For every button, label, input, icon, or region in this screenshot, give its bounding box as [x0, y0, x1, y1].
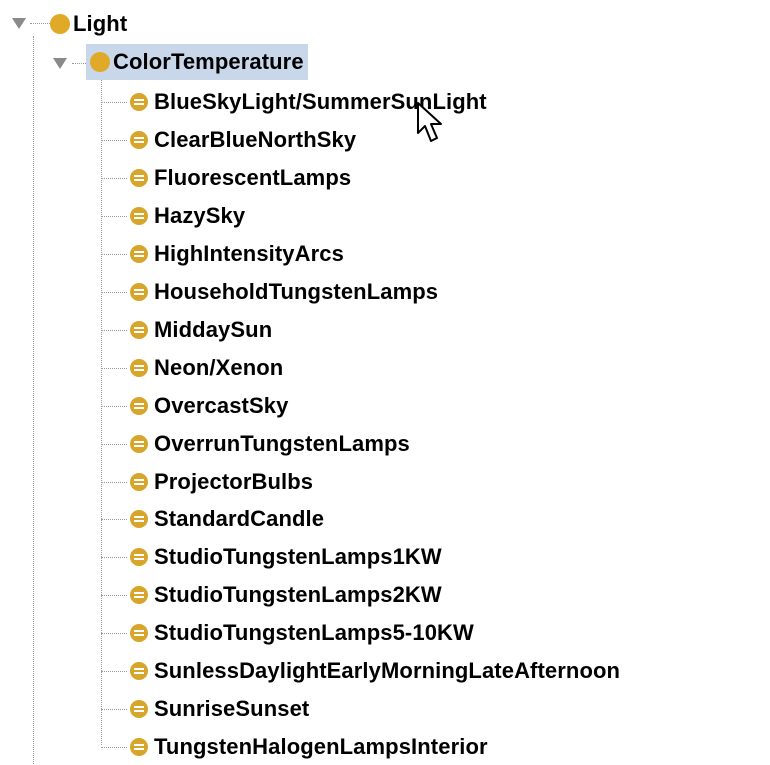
individual-icon	[130, 435, 148, 453]
tree-node-label: StandardCandle	[154, 506, 325, 531]
tree-node-individual[interactable]: HighIntensityArcs	[130, 236, 344, 272]
tree-node-label: BlueSkyLight/SummerSunLight	[154, 89, 487, 114]
tree-node-light[interactable]: Light	[50, 6, 127, 42]
tree-guide-connector	[101, 482, 127, 483]
tree-node-label: Light	[73, 11, 128, 36]
tree-node-individual[interactable]: TungstenHalogenLampsInterior	[130, 729, 488, 765]
tree-node-individual[interactable]: OvercastSky	[130, 388, 288, 424]
class-circle-icon	[90, 52, 110, 72]
tree-node-individual[interactable]: StudioTungstenLamps2KW	[130, 577, 442, 613]
expand-toggle-colortemperature[interactable]	[53, 58, 67, 69]
tree-node-label: HouseholdTungstenLamps	[154, 279, 439, 304]
tree-node-individual[interactable]: StandardCandle	[130, 501, 324, 537]
tree-node-individual[interactable]: BlueSkyLight/SummerSunLight	[130, 84, 487, 120]
tree-node-individual[interactable]: HouseholdTungstenLamps	[130, 274, 438, 310]
tree-guide-connector	[101, 292, 127, 293]
tree-node-label: OverrunTungstenLamps	[154, 431, 410, 456]
tree-node-label: HighIntensityArcs	[154, 241, 344, 266]
tree-node-individual[interactable]: ClearBlueNorthSky	[130, 122, 356, 158]
individual-icon	[130, 397, 148, 415]
individual-icon	[130, 473, 148, 491]
tree-node-label: StudioTungstenLamps2KW	[154, 582, 442, 607]
tree-guide-root-connector	[30, 23, 52, 24]
tree-node-label: TungstenHalogenLampsInterior	[154, 734, 488, 759]
individual-icon	[130, 169, 148, 187]
individual-icon	[130, 700, 148, 718]
tree-node-individual[interactable]: SunriseSunset	[130, 691, 309, 727]
individual-icon	[130, 624, 148, 642]
tree-node-label: StudioTungstenLamps5-10KW	[154, 620, 474, 645]
individual-icon	[130, 738, 148, 756]
individual-icon	[130, 662, 148, 680]
individual-icon	[130, 245, 148, 263]
individual-icon	[130, 93, 148, 111]
tree-node-individual[interactable]: ProjectorBulbs	[130, 464, 313, 500]
tree-node-individual[interactable]: OverrunTungstenLamps	[130, 426, 410, 462]
tree-node-label: ClearBlueNorthSky	[154, 127, 357, 152]
expand-toggle-light[interactable]	[12, 18, 26, 29]
individual-icon	[130, 321, 148, 339]
tree-node-label: ProjectorBulbs	[154, 469, 314, 494]
tree-guide-root	[33, 36, 34, 764]
tree-guide-connector	[101, 709, 127, 710]
individual-icon	[130, 131, 148, 149]
tree-node-label: OvercastSky	[154, 393, 289, 418]
tree-guide-connector	[101, 444, 127, 445]
tree-guide-connector	[101, 102, 127, 103]
individual-icon	[130, 510, 148, 528]
individual-icon	[130, 548, 148, 566]
tree-node-label: Neon/Xenon	[154, 355, 284, 380]
tree-guide-connector	[101, 330, 127, 331]
tree-guide-connector	[101, 216, 127, 217]
tree-guide-connector	[101, 519, 127, 520]
tree-guide-connector	[101, 140, 127, 141]
tree-guide-connector	[101, 406, 127, 407]
tree-node-label: MiddaySun	[154, 317, 273, 342]
tree-guide-connector	[101, 557, 127, 558]
tree-guide-connector	[101, 368, 127, 369]
tree-node-label: SunlessDaylightEarlyMorningLateAfternoon	[154, 658, 621, 683]
tree-node-individual[interactable]: SunlessDaylightEarlyMorningLateAfternoon	[130, 653, 620, 689]
class-tree: Light ColorTemperature BlueSkyLight/Summ…	[0, 0, 770, 764]
tree-node-individual[interactable]: Neon/Xenon	[130, 350, 283, 386]
tree-node-label: StudioTungstenLamps1KW	[154, 544, 442, 569]
tree-guide-connector	[101, 595, 127, 596]
tree-node-colortemperature[interactable]: ColorTemperature	[86, 44, 308, 80]
tree-guide-connector	[101, 254, 127, 255]
tree-node-individual[interactable]: MiddaySun	[130, 312, 272, 348]
tree-guide-connector	[101, 633, 127, 634]
tree-node-label: ColorTemperature	[113, 49, 304, 74]
tree-node-individual[interactable]: StudioTungstenLamps5-10KW	[130, 615, 474, 651]
tree-node-individual[interactable]: FluorescentLamps	[130, 160, 351, 196]
tree-node-individual[interactable]: StudioTungstenLamps1KW	[130, 539, 442, 575]
tree-node-individual[interactable]: HazySky	[130, 198, 245, 234]
tree-guide-connector	[101, 747, 127, 748]
tree-node-label: FluorescentLamps	[154, 165, 352, 190]
individual-icon	[130, 586, 148, 604]
tree-guide-connector	[101, 178, 127, 179]
individual-icon	[130, 207, 148, 225]
individual-icon	[130, 359, 148, 377]
individual-icon	[130, 283, 148, 301]
tree-node-label: SunriseSunset	[154, 696, 310, 721]
tree-node-label: HazySky	[154, 203, 246, 228]
class-circle-icon	[50, 14, 70, 34]
tree-guide-connector	[101, 671, 127, 672]
